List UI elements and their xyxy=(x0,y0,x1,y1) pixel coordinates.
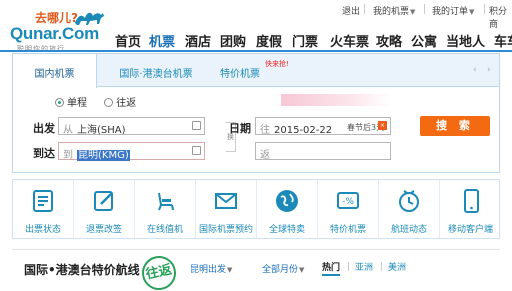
from-city-input[interactable]: 从上海(SHA) xyxy=(58,117,205,136)
date-label: 日期 xyxy=(229,122,251,135)
service-online-checkin[interactable]: 在线值机 xyxy=(135,180,196,238)
international-booking-icon xyxy=(215,193,237,209)
service-ticket-status[interactable]: 出票状态 xyxy=(13,180,74,238)
flight-search-panel: 国内机票 国际·港澳台机票 特价机票 快来抢! ‹ › 单程 往返 出发 从上海… xyxy=(12,53,500,173)
nav-item-group-buy[interactable]: 团购 xyxy=(220,31,246,50)
service-label: 全球特卖 xyxy=(268,225,305,235)
service-label: 特价机票 xyxy=(329,225,366,235)
divider xyxy=(424,4,425,14)
main-nav: 首页 机票 酒店 团购 度假 门票 火车票 攻略 公寓 当地人 车车 xyxy=(0,30,512,52)
logout-link[interactable]: 退出 xyxy=(342,4,360,17)
service-mobile-client[interactable]: 移动客户端 xyxy=(440,180,501,238)
chevron-down-icon: ▼ xyxy=(227,266,233,274)
service-label: 移动客户端 xyxy=(447,225,493,235)
service-refund-change[interactable]: 退票改签 xyxy=(74,180,135,238)
my-tickets-label: 我的机票 xyxy=(373,7,410,17)
month-label: 全部月份 xyxy=(262,265,299,275)
my-orders-label: 我的订单 xyxy=(432,7,469,17)
from-city-value: 上海(SHA) xyxy=(77,125,126,136)
departure-city-dropdown[interactable]: 昆明出发▼ xyxy=(190,262,232,275)
city-picker-icon[interactable] xyxy=(192,121,201,130)
round-trip-stamp: 往返 xyxy=(138,252,180,291)
one-way-label: 单程 xyxy=(67,98,87,109)
service-international-booking[interactable]: 国际机票预约 xyxy=(196,180,257,238)
my-tickets-link[interactable]: 我的机票▼ xyxy=(373,4,415,17)
divider xyxy=(348,262,349,271)
nav-item-car[interactable]: 车车 xyxy=(494,31,512,50)
nav-item-home[interactable]: 首页 xyxy=(115,31,141,50)
to-city-input[interactable]: 到昆明(KMG) xyxy=(58,142,205,161)
blurred-region xyxy=(281,94,391,106)
mobile-client-icon xyxy=(463,189,479,213)
chevron-down-icon: ▼ xyxy=(410,8,416,16)
month-dropdown[interactable]: 全部月份▼ xyxy=(262,262,304,275)
region-tab-americas[interactable]: 美洲 xyxy=(388,260,406,273)
nav-item-hotels[interactable]: 酒店 xyxy=(185,31,211,50)
nav-item-locals[interactable]: 当地人 xyxy=(446,31,485,50)
flight-status-icon xyxy=(399,190,419,212)
nav-item-train[interactable]: 火车票 xyxy=(330,31,369,50)
nav-underline xyxy=(0,50,512,52)
service-label: 出票状态 xyxy=(24,225,61,235)
depart-date-value: 2015-02-22 xyxy=(274,125,333,136)
chevron-down-icon: ▼ xyxy=(469,8,475,16)
tab-international-flights[interactable]: 国际·港澳台机票 xyxy=(105,54,207,87)
round-trip-label: 往返 xyxy=(116,98,137,109)
round-trip-option[interactable]: 往返 xyxy=(104,98,136,109)
tab-domestic-flights[interactable]: 国内机票 xyxy=(13,54,97,88)
chevron-down-icon: ▼ xyxy=(299,266,305,274)
to-city-value: 昆明(KMG) xyxy=(77,150,130,161)
nav-item-apartments[interactable]: 公寓 xyxy=(411,31,437,50)
refund-change-icon xyxy=(94,191,113,211)
discount-ticket-icon: -% xyxy=(337,192,359,209)
radio-checked-icon xyxy=(55,98,64,107)
service-global-sale[interactable]: 全球特卖 xyxy=(257,180,318,238)
divider xyxy=(484,4,485,14)
global-sale-icon xyxy=(276,190,298,212)
my-orders-link[interactable]: 我的订单▼ xyxy=(432,4,474,17)
promo-title: 国际•港澳台特价航线 xyxy=(24,263,140,277)
service-discount-tickets[interactable]: -% 特价机票 xyxy=(318,180,379,238)
service-flight-status[interactable]: 航班动态 xyxy=(379,180,440,238)
service-label: 在线值机 xyxy=(146,225,183,235)
service-shortcuts: 出票状态 退票改签 在线值机 国际机票预约 全球特卖 -% 特价机票 航班动态 … xyxy=(12,179,500,239)
close-icon[interactable]: × xyxy=(378,121,387,130)
to-label: 到达 xyxy=(33,147,55,160)
service-label: 国际机票预约 xyxy=(198,225,253,235)
region-tab-asia[interactable]: 亚洲 xyxy=(355,260,373,273)
return-prefix: 返 xyxy=(260,150,270,161)
search-button[interactable]: 搜 索 xyxy=(420,116,490,136)
nav-item-flights[interactable]: 机票 xyxy=(149,31,175,50)
radio-unchecked-icon xyxy=(104,98,114,107)
divider xyxy=(364,4,365,14)
trip-type-selector: 单程 往返 xyxy=(55,94,136,109)
city-picker-icon[interactable] xyxy=(192,146,201,155)
depart-prefix: 往 xyxy=(260,125,270,136)
svg-text:-%: -% xyxy=(342,197,354,207)
nav-item-attractions[interactable]: 门票 xyxy=(292,31,318,50)
service-label: 退票改签 xyxy=(85,225,122,235)
search-tabs: 国内机票 国际·港澳台机票 特价机票 快来抢! ‹ › xyxy=(13,54,499,88)
ticket-status-icon xyxy=(33,190,53,212)
to-prefix: 到 xyxy=(63,150,73,161)
nav-item-guides[interactable]: 攻略 xyxy=(376,31,402,50)
from-prefix: 从 xyxy=(63,125,73,136)
promo-routes-bar: 国际•港澳台特价航线 往返 昆明出发▼ 全部月份▼ 热门 亚洲 美洲 xyxy=(12,249,500,291)
chevron-left-icon[interactable]: ‹ xyxy=(473,65,477,75)
depart-date-input[interactable]: 往 2015-02-22 春节后3天 × xyxy=(255,117,391,136)
chevron-right-icon[interactable]: › xyxy=(487,65,491,75)
nav-item-vacation[interactable]: 度假 xyxy=(256,31,282,50)
from-label: 出发 xyxy=(33,122,55,135)
divider xyxy=(381,262,382,271)
hot-badge: 快来抢! xyxy=(265,60,289,68)
region-tab-hot[interactable]: 热门 xyxy=(322,260,341,276)
service-label: 航班动态 xyxy=(390,225,427,235)
departure-city-label: 昆明出发 xyxy=(190,265,227,275)
online-checkin-icon xyxy=(158,192,174,211)
return-date-input[interactable]: 返 xyxy=(255,142,391,161)
one-way-option[interactable]: 单程 xyxy=(55,98,87,109)
points-mall-link[interactable]: 积分商 xyxy=(489,4,512,30)
